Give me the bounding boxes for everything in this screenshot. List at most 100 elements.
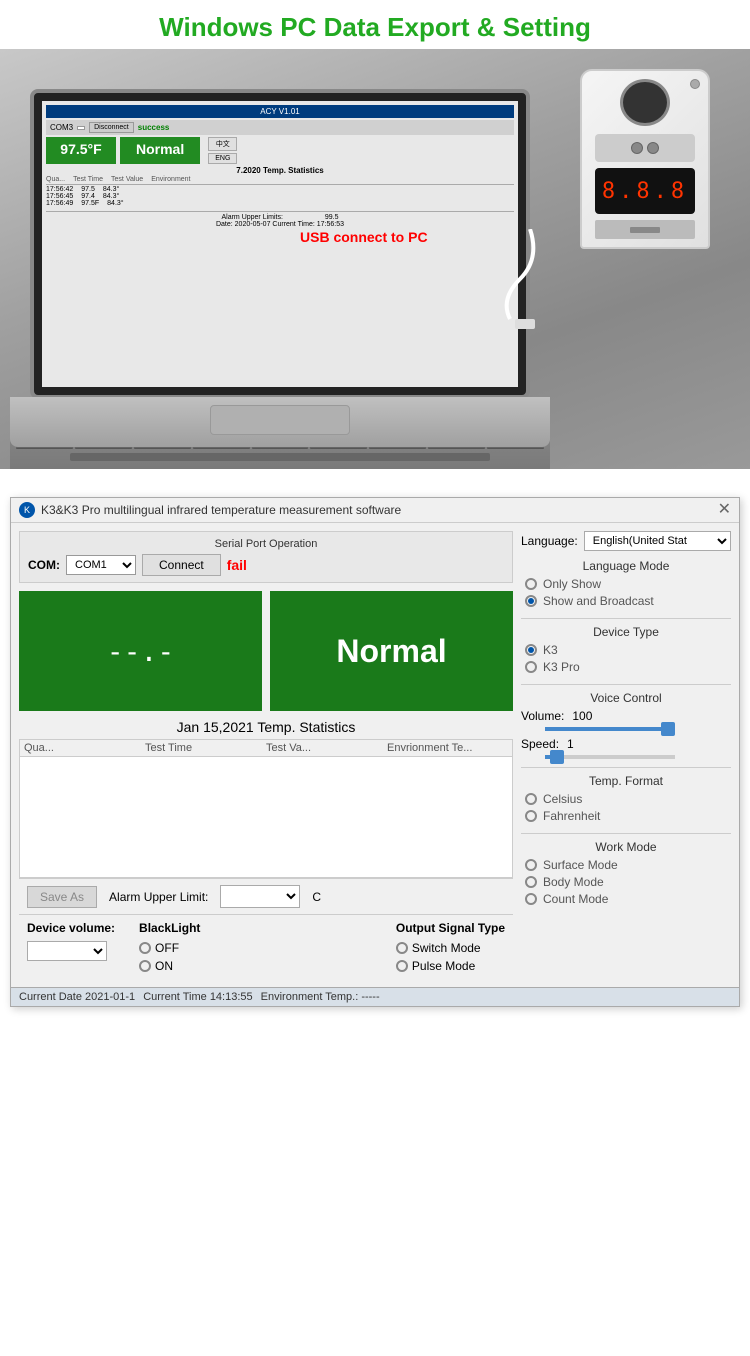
laptop-sw-title: ACY V1.01: [46, 105, 514, 118]
thermo-lens: [620, 79, 670, 126]
show-broadcast-radio[interactable]: [525, 595, 537, 607]
bl-off-radio[interactable]: [139, 942, 151, 954]
divider4: [521, 833, 731, 834]
temp-format-radios: Celsius Fahrenheit: [521, 792, 731, 823]
device-type-group: Device Type K3 K3 Pro: [521, 625, 731, 674]
body-mode-radio[interactable]: [525, 876, 537, 888]
celsius-label: Celsius: [543, 792, 582, 806]
count-mode-radio[interactable]: [525, 893, 537, 905]
k3pro-radio[interactable]: [525, 661, 537, 673]
laptop-sw-serial: COM3 Disconnect success: [46, 120, 514, 135]
laptop-screen-inner: ACY V1.01 COM3 Disconnect success 97.5°F…: [42, 101, 518, 387]
count-mode-label: Count Mode: [543, 892, 608, 906]
voice-control-group: Voice Control Volume: 100 Speed: 1: [521, 691, 731, 759]
blacklight-group: BlackLight OFF ON: [139, 921, 200, 973]
laptop-table-row: 17:56:4297.584.3°: [46, 186, 514, 193]
com-select[interactable]: COM1 COM2 COM3: [66, 555, 136, 575]
output-signal-extra: Output Signal Type Switch Mode Pulse Mod…: [396, 921, 505, 973]
work-mode-radios: Surface Mode Body Mode Count Mode: [521, 858, 731, 906]
laptop-stats-label: 7.2020 Temp. Statistics: [46, 166, 514, 175]
fahrenheit-radio[interactable]: [525, 810, 537, 822]
display-row: --.- Normal: [19, 591, 513, 711]
thermo-buttons: [595, 134, 695, 162]
surface-mode-radio[interactable]: [525, 859, 537, 871]
volume-fill: [545, 727, 675, 731]
k3-row: K3: [525, 643, 731, 657]
stats-title: Jan 15,2021 Temp. Statistics: [19, 719, 513, 735]
com-label: COM:: [28, 558, 60, 572]
col-test-time: Test Time: [145, 742, 266, 754]
switch-mode-row: Switch Mode: [396, 941, 505, 955]
fahrenheit-label: Fahrenheit: [543, 809, 600, 823]
k3-radio[interactable]: [525, 644, 537, 656]
software-window: K K3&K3 Pro multilingual infrared temper…: [10, 497, 740, 1007]
laptop-table-header: Qua... Test Time Test Value Environment: [46, 176, 514, 185]
temp-format-group: Temp. Format Celsius Fahrenheit: [521, 774, 731, 823]
speed-slider[interactable]: [545, 755, 675, 759]
bl-on-radio[interactable]: [139, 960, 151, 972]
bl-off-row: OFF: [139, 941, 200, 955]
laptop-screen-outer: ACY V1.01 COM3 Disconnect success 97.5°F…: [30, 89, 530, 399]
k3pro-label: K3 Pro: [543, 660, 580, 674]
switch-mode-label: Switch Mode: [412, 941, 481, 955]
k3-label: K3: [543, 643, 558, 657]
volume-row: Volume: 100: [521, 709, 731, 723]
thermometer-device: 8.8.8: [580, 69, 720, 269]
temp-format-title: Temp. Format: [521, 774, 731, 788]
window-title: K3&K3 Pro multilingual infrared temperat…: [41, 503, 401, 517]
left-panel: Serial Port Operation COM: COM1 COM2 COM…: [19, 531, 513, 979]
close-button[interactable]: ✕: [718, 502, 731, 518]
surface-mode-label: Surface Mode: [543, 858, 618, 872]
language-select[interactable]: English(United Stat: [584, 531, 731, 551]
extra-bottom: Device volume: BlackLight OFF ON: [19, 914, 513, 979]
volume-thumb[interactable]: [661, 722, 675, 736]
laptop-table-row: 17:56:4597.484.3°: [46, 193, 514, 200]
only-show-label: Only Show: [543, 577, 601, 591]
data-table: Qua... Test Time Test Va... Envrionment …: [19, 739, 513, 878]
language-label: Language:: [521, 534, 578, 548]
alarm-label: Alarm Upper Limit:: [109, 890, 208, 904]
laptop-chinese-btn: 中文: [208, 137, 237, 151]
laptop-normal-box: Normal: [120, 137, 200, 164]
device-volume-select[interactable]: [27, 941, 107, 961]
laptop-software-ui: ACY V1.01 COM3 Disconnect success 97.5°F…: [42, 101, 518, 387]
laptop-display-row: 97.5°F Normal 中文 ENG: [46, 137, 514, 164]
col-test-val: Test Va...: [266, 742, 387, 754]
usb-connect-label: USB connect to PC: [300, 229, 428, 245]
laptop-com-box: [77, 126, 85, 130]
pulse-mode-radio[interactable]: [396, 960, 408, 972]
temp-dash: --.-: [107, 635, 174, 668]
k3pro-row: K3 Pro: [525, 660, 731, 674]
titlebar-left: K K3&K3 Pro multilingual infrared temper…: [19, 502, 401, 518]
device-type-title: Device Type: [521, 625, 731, 639]
body-mode-row: Body Mode: [525, 875, 731, 889]
pulse-mode-row: Pulse Mode: [396, 959, 505, 973]
switch-mode-radio[interactable]: [396, 942, 408, 954]
thermo-bottom: [595, 220, 695, 239]
window-icon: K: [19, 502, 35, 518]
thermo-body: 8.8.8: [580, 69, 710, 249]
voice-control-title: Voice Control: [521, 691, 731, 705]
divider: [0, 477, 750, 497]
status-current-date: Current Date 2021-01-1: [19, 991, 135, 1003]
device-volume-label: Device volume:: [27, 921, 115, 935]
laptop-lang-col: 中文 ENG: [208, 137, 237, 164]
device-volume-group: Device volume:: [27, 921, 115, 973]
blacklight-label: BlackLight: [139, 921, 200, 935]
only-show-radio[interactable]: [525, 578, 537, 590]
alarm-select[interactable]: [220, 885, 300, 908]
laptop-env: Date: 2020-05-07 Current Time: 17:56:53: [46, 221, 514, 228]
celsius-radio[interactable]: [525, 793, 537, 805]
save-as-button[interactable]: Save As: [27, 886, 97, 908]
device-type-radios: K3 K3 Pro: [521, 643, 731, 674]
only-show-row: Only Show: [525, 577, 731, 591]
connect-button[interactable]: Connect: [142, 554, 221, 576]
thermo-screw: [690, 79, 700, 89]
divider3: [521, 767, 731, 768]
volume-slider[interactable]: [545, 727, 675, 731]
work-mode-group: Work Mode Surface Mode Body Mode Count M…: [521, 840, 731, 906]
top-section: Windows PC Data Export & Setting ACY V1.…: [0, 0, 750, 477]
speed-thumb[interactable]: [550, 750, 564, 764]
window-titlebar: K K3&K3 Pro multilingual infrared temper…: [11, 498, 739, 523]
celsius-row: Celsius: [525, 792, 731, 806]
